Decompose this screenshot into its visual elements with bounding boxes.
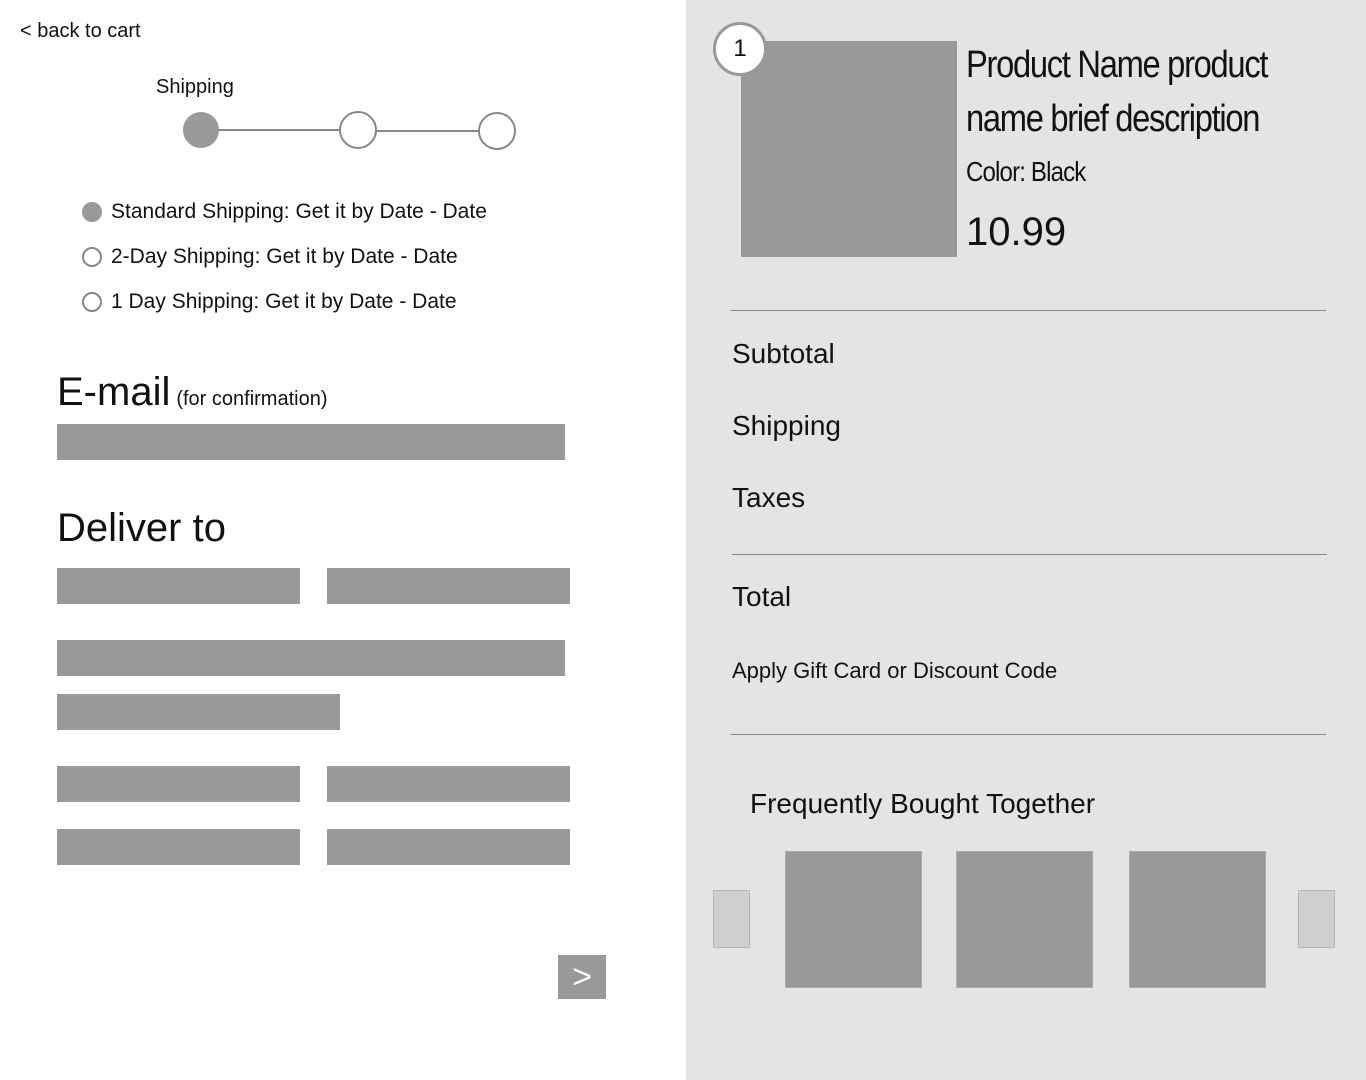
deliver-to-heading: Deliver to xyxy=(57,506,226,550)
taxes-label: Taxes xyxy=(732,482,806,513)
shipping-label: Shipping xyxy=(732,410,841,441)
back-to-cart-link[interactable]: < back to cart xyxy=(20,20,141,43)
zip-field[interactable] xyxy=(57,829,300,865)
step-2-dot[interactable] xyxy=(339,111,377,149)
shipping-option-label: Standard Shipping: Get it by Date - Date xyxy=(111,200,487,223)
product-price: 10.99 xyxy=(966,210,1067,254)
carousel-prev-button[interactable] xyxy=(713,890,750,948)
fbt-product-card[interactable] xyxy=(956,851,1093,988)
carousel-next-button[interactable] xyxy=(1298,890,1335,948)
phone-field[interactable] xyxy=(327,829,570,865)
address-line-1-field[interactable] xyxy=(57,640,565,676)
product-color: Color: Black xyxy=(966,156,1086,187)
next-button[interactable]: > xyxy=(558,955,606,999)
divider xyxy=(731,310,1326,311)
divider xyxy=(731,734,1326,735)
shipping-option-standard[interactable]: Standard Shipping: Get it by Date - Date xyxy=(82,199,487,225)
checkout-form-panel: < back to cart Shipping Standard Shippin… xyxy=(0,0,686,1080)
divider xyxy=(732,554,1327,555)
last-name-field[interactable] xyxy=(327,568,570,604)
total-label: Total xyxy=(732,581,792,612)
radio-icon[interactable] xyxy=(82,247,102,267)
shipping-option-1day[interactable]: 1 Day Shipping: Get it by Date - Date xyxy=(82,289,457,315)
email-heading-label: E-mail xyxy=(57,370,171,414)
state-field[interactable] xyxy=(327,766,570,802)
step-1-dot[interactable] xyxy=(183,112,219,148)
stepper-line xyxy=(200,129,360,131)
city-field[interactable] xyxy=(57,766,300,802)
stepper-line xyxy=(358,130,498,132)
radio-icon[interactable] xyxy=(82,292,102,312)
fbt-product-card[interactable] xyxy=(785,851,922,988)
shipping-option-2day[interactable]: 2-Day Shipping: Get it by Date - Date xyxy=(82,244,458,270)
step-3-dot[interactable] xyxy=(478,112,516,150)
email-heading: E-mail (for confirmation) xyxy=(57,370,328,415)
step-label-shipping: Shipping xyxy=(156,76,234,98)
shipping-option-label: 1 Day Shipping: Get it by Date - Date xyxy=(111,290,457,313)
first-name-field[interactable] xyxy=(57,568,300,604)
frequently-bought-together-heading: Frequently Bought Together xyxy=(750,788,1096,819)
radio-selected-icon[interactable] xyxy=(82,202,102,222)
email-note: (for confirmation) xyxy=(176,388,328,410)
product-name: Product Name product name brief descript… xyxy=(966,44,1268,140)
email-field[interactable] xyxy=(57,424,565,460)
subtotal-label: Subtotal xyxy=(732,338,835,369)
quantity-badge: 1 xyxy=(713,22,767,76)
shipping-option-label: 2-Day Shipping: Get it by Date - Date xyxy=(111,245,458,268)
address-line-2-field[interactable] xyxy=(57,694,340,730)
fbt-product-card[interactable] xyxy=(1129,851,1266,988)
apply-gift-card-link[interactable]: Apply Gift Card or Discount Code xyxy=(732,658,1057,684)
product-image[interactable] xyxy=(741,41,957,257)
